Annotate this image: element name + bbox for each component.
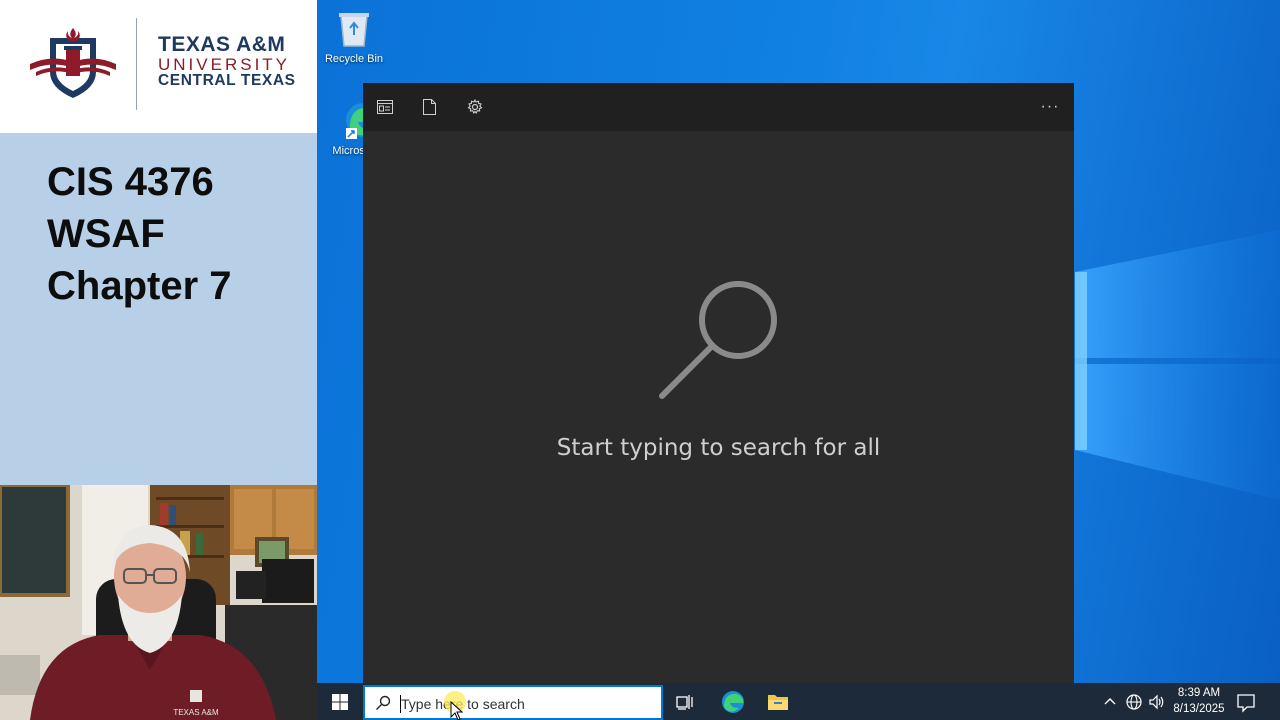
logo-text-texas-am: TEXAS A&M xyxy=(158,33,286,56)
speaker-icon[interactable] xyxy=(1148,693,1166,711)
network-globe-icon[interactable] xyxy=(1125,693,1143,711)
system-clock[interactable]: 8:39 AM 8/13/2025 xyxy=(1169,685,1229,717)
logo-text-central-texas: CENTRAL TEXAS xyxy=(158,72,296,89)
university-logo-header: TEXAS A&M UNIVERSITY CENTRAL TEXAS xyxy=(0,0,317,133)
edge-icon xyxy=(722,690,744,713)
text-caret xyxy=(400,695,401,713)
shirt-logo-text: TEXAS A&M xyxy=(173,708,219,717)
windows-search-panel: ··· Start typing to search for all xyxy=(363,83,1074,683)
more-options-button[interactable]: ··· xyxy=(1038,96,1062,118)
presentation-panel: TEXAS A&M UNIVERSITY CENTRAL TEXAS CIS 4… xyxy=(0,0,317,720)
start-button[interactable] xyxy=(317,683,363,720)
settings-filter-button[interactable] xyxy=(464,96,486,118)
university-seal-icon xyxy=(30,28,116,98)
apps-filter-button[interactable] xyxy=(374,96,396,118)
search-filter-toolbar: ··· xyxy=(363,83,1074,131)
recycle-bin-icon xyxy=(339,13,369,47)
recycle-bin-label: Recycle Bin xyxy=(324,53,384,65)
notification-icon[interactable] xyxy=(1235,691,1257,713)
search-input[interactable] xyxy=(401,694,651,714)
recycle-bin-desktop-icon[interactable]: Recycle Bin xyxy=(317,8,392,65)
logo-divider xyxy=(136,18,137,110)
apps-icon xyxy=(377,100,393,114)
magnifier-icon xyxy=(659,281,777,399)
chapter-title: Chapter 7 xyxy=(47,264,232,308)
windows-logo-icon xyxy=(332,693,348,710)
slide-title-block: CIS 4376 WSAF Chapter 7 xyxy=(0,133,317,485)
taskbar: 8:39 AM 8/13/2025 xyxy=(317,683,1280,720)
course-name: WSAF xyxy=(47,212,165,256)
webcam-video: TEXAS A&M xyxy=(0,485,317,720)
file-explorer-icon xyxy=(768,694,788,710)
search-icon xyxy=(376,695,391,710)
chevron-up-icon[interactable] xyxy=(1102,694,1118,710)
file-explorer-taskbar-button[interactable] xyxy=(756,683,800,720)
documents-filter-button[interactable] xyxy=(418,96,440,118)
task-view-button[interactable] xyxy=(663,683,707,720)
task-view-icon xyxy=(676,694,693,710)
documents-icon xyxy=(422,99,436,115)
search-empty-state-message: Start typing to search for all xyxy=(556,435,881,461)
clock-date: 8/13/2025 xyxy=(1173,703,1225,715)
edge-taskbar-button[interactable] xyxy=(711,683,755,720)
clock-time: 8:39 AM xyxy=(1177,687,1221,699)
taskbar-search-box[interactable] xyxy=(363,685,663,720)
settings-gear-icon xyxy=(467,99,483,115)
course-number: CIS 4376 xyxy=(47,160,214,204)
webcam-scene-image: TEXAS A&M xyxy=(0,485,317,720)
mouse-pointer-icon xyxy=(450,701,464,720)
shirt-logo-icon xyxy=(190,690,202,702)
